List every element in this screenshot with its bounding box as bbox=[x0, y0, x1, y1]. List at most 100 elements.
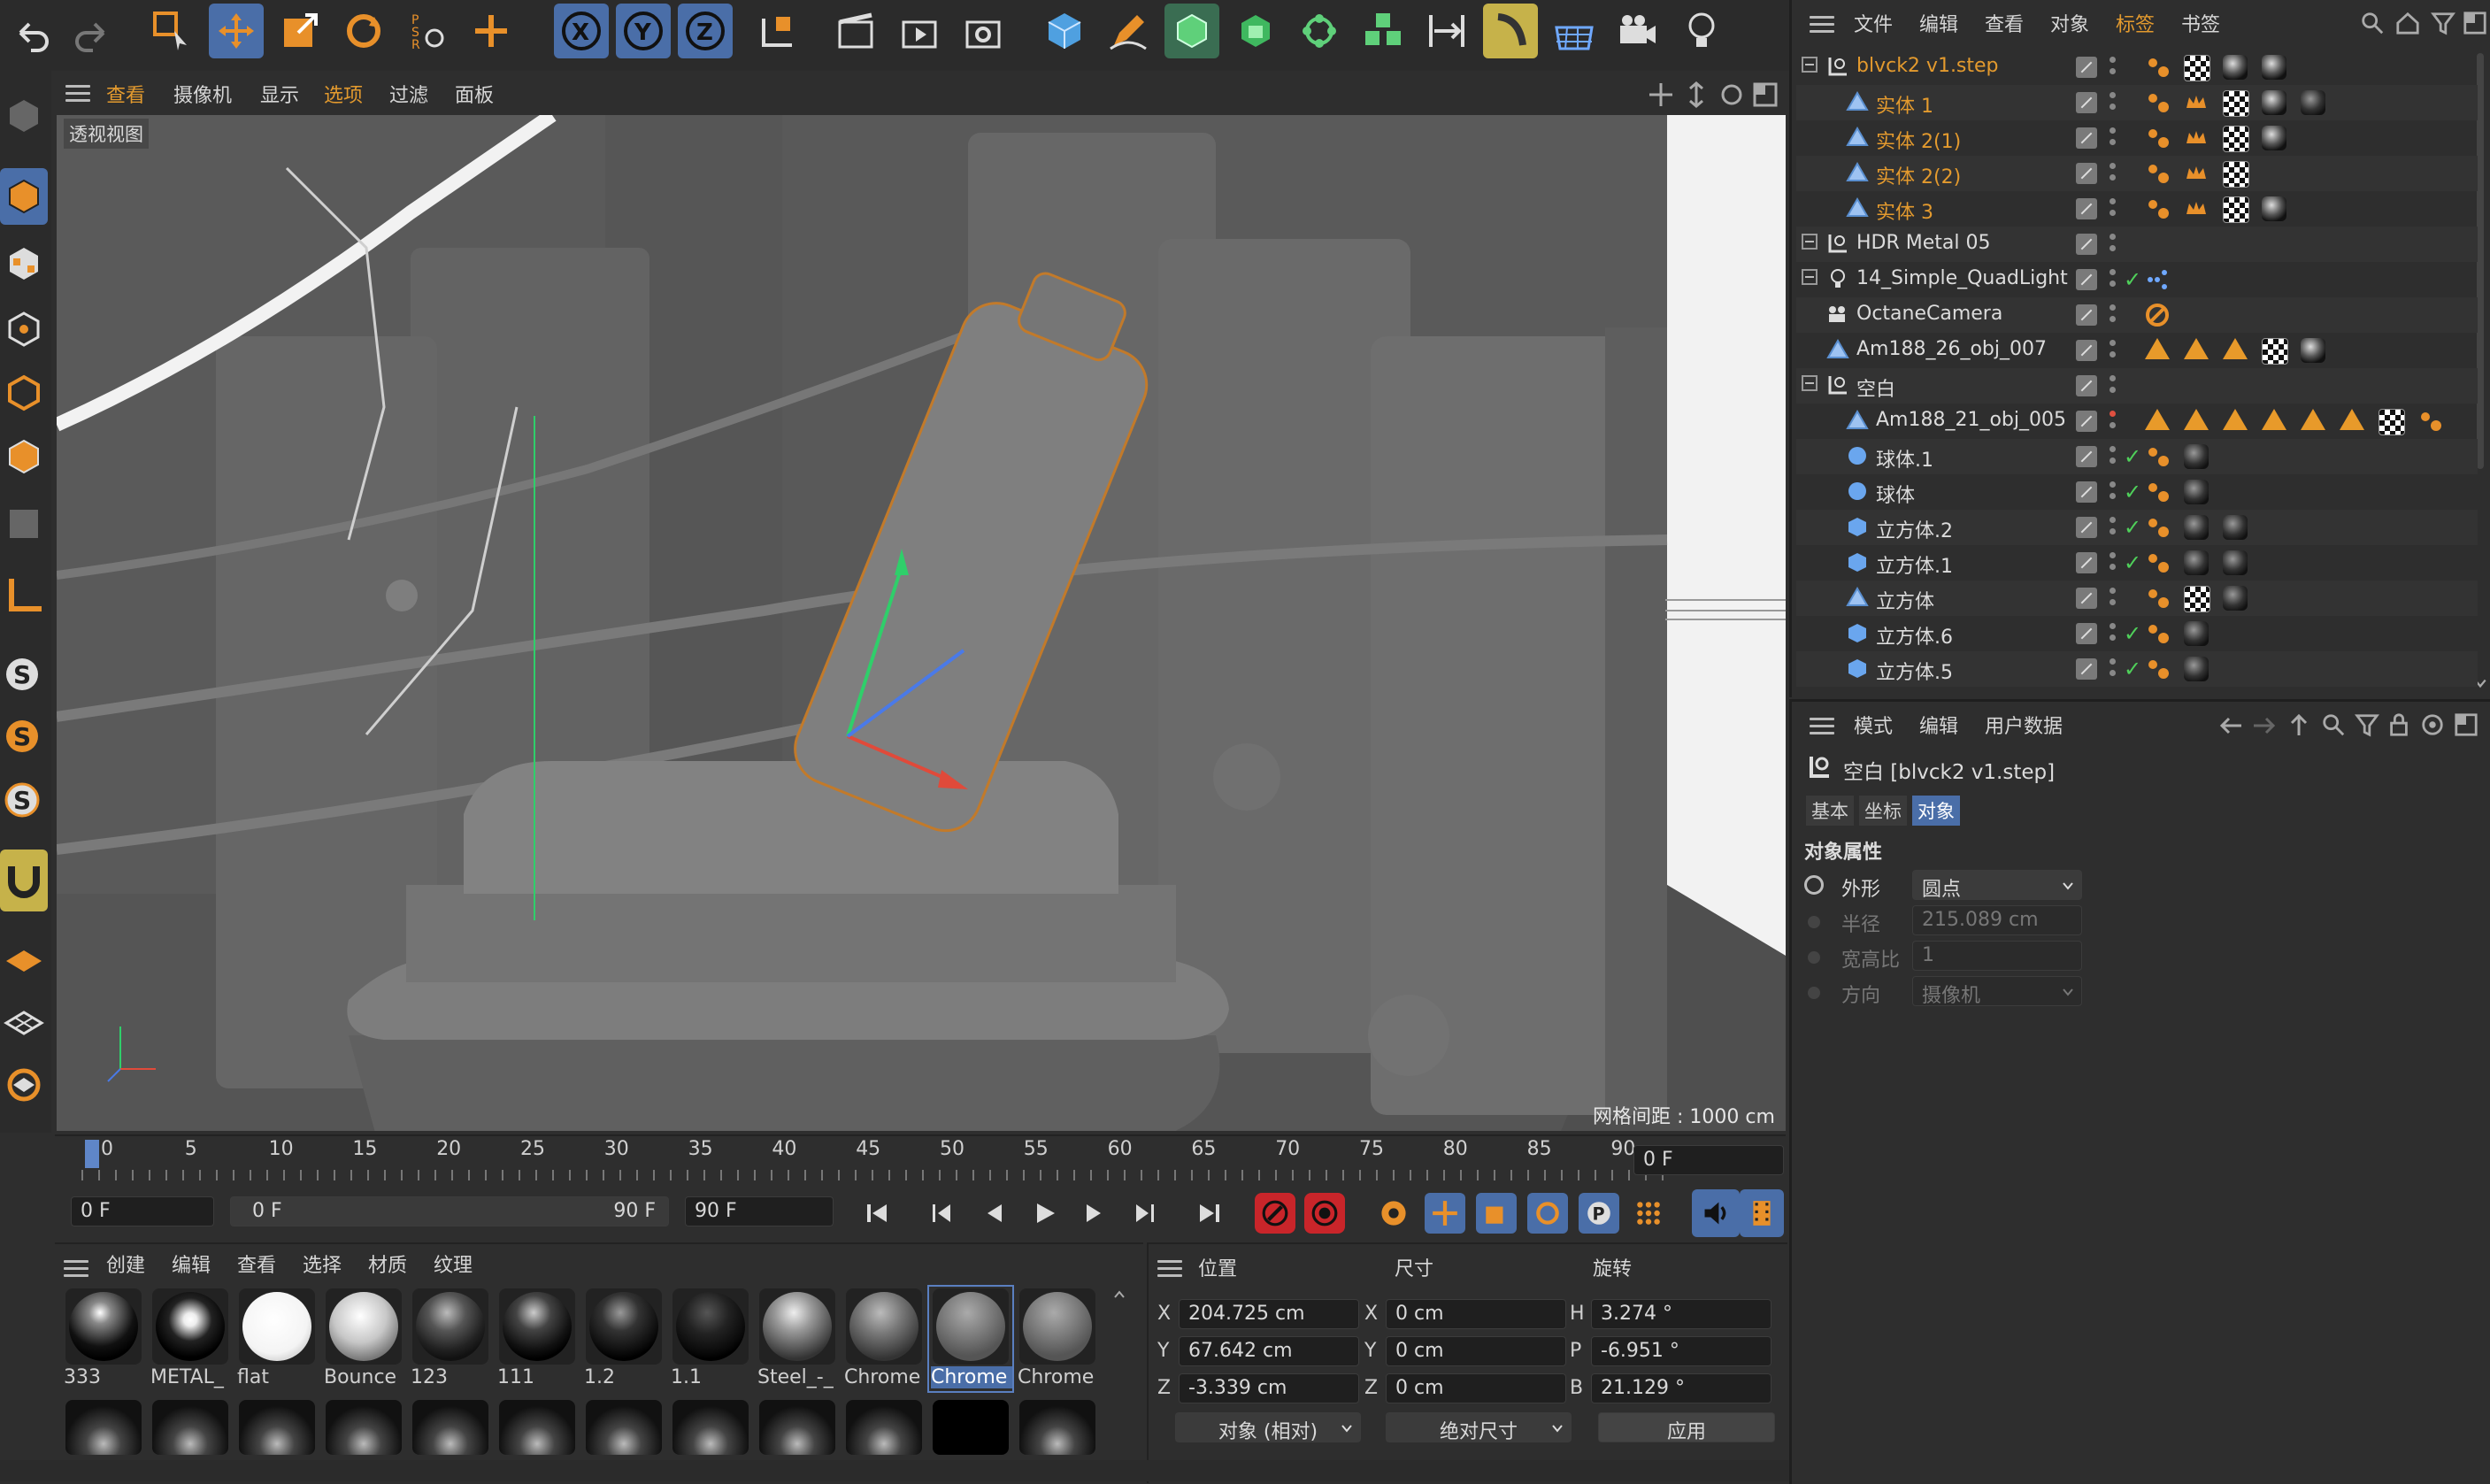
editor-visibility-toggle[interactable] bbox=[2076, 92, 2097, 113]
editor-visibility-toggle[interactable] bbox=[2076, 623, 2097, 644]
start-frame-field[interactable]: 0 F bbox=[71, 1196, 214, 1226]
magnet-button[interactable] bbox=[0, 850, 48, 911]
selection-tag-icon[interactable] bbox=[2145, 657, 2171, 683]
texture-tag-icon[interactable] bbox=[2223, 161, 2249, 188]
phong-tag-icon[interactable] bbox=[2262, 409, 2286, 430]
material-tag-icon[interactable] bbox=[2262, 126, 2286, 150]
apply-button[interactable]: 应用 bbox=[1598, 1412, 1775, 1443]
material-tag-icon[interactable] bbox=[2262, 55, 2286, 80]
phong-tag-icon[interactable] bbox=[2223, 409, 2248, 430]
environment-button[interactable] bbox=[1483, 4, 1538, 58]
material-menu-texture[interactable]: 纹理 bbox=[434, 1249, 473, 1278]
current-frame-field[interactable]: 0 F bbox=[1633, 1145, 1784, 1175]
material-preview-sphere[interactable] bbox=[672, 1400, 749, 1455]
key-scale-button[interactable] bbox=[1476, 1193, 1517, 1234]
material-swatch[interactable]: Chrome bbox=[1016, 1287, 1099, 1391]
object-row[interactable]: 实体 2(2) bbox=[1796, 156, 2478, 191]
editor-visibility-toggle[interactable] bbox=[2076, 411, 2097, 432]
coord-rotation-field[interactable]: -6.951 ° bbox=[1591, 1336, 1771, 1366]
material-swatch[interactable]: 123 bbox=[409, 1287, 492, 1391]
material-swatch[interactable]: flat bbox=[235, 1287, 319, 1391]
material-swatch[interactable]: Chrome bbox=[927, 1285, 1014, 1393]
radius-radio[interactable] bbox=[1808, 916, 1820, 928]
axis-mode-button[interactable] bbox=[0, 566, 48, 623]
make-editable-button[interactable] bbox=[0, 92, 48, 140]
texture-mode-button[interactable] bbox=[0, 235, 48, 292]
material-tag-icon[interactable] bbox=[2262, 196, 2286, 221]
coordinate-system-button[interactable] bbox=[749, 4, 803, 58]
expand-toggle-icon[interactable] bbox=[1802, 234, 1818, 250]
render-visibility-dots[interactable] bbox=[2110, 588, 2117, 611]
size-mode-select[interactable]: 绝对尺寸 bbox=[1386, 1412, 1572, 1443]
editor-visibility-toggle[interactable] bbox=[2076, 57, 2097, 78]
end-frame-field[interactable]: 90 F bbox=[685, 1196, 834, 1226]
sky-button[interactable] bbox=[1547, 4, 1602, 58]
render-visibility-dots[interactable] bbox=[2110, 340, 2117, 363]
filter-icon[interactable] bbox=[2355, 712, 2379, 737]
search-icon[interactable] bbox=[2321, 712, 2346, 737]
object-row[interactable]: Am188_26_obj_007 bbox=[1796, 333, 2478, 368]
workplane-button[interactable] bbox=[0, 933, 48, 989]
object-row[interactable]: HDR Metal 05 bbox=[1796, 227, 2478, 262]
editor-visibility-toggle[interactable] bbox=[2076, 304, 2097, 326]
material-preview-sphere[interactable] bbox=[326, 1400, 402, 1455]
viewport-menu-view[interactable]: 查看 bbox=[106, 80, 145, 108]
prev-frame-button[interactable] bbox=[973, 1193, 1014, 1234]
material-preview-sphere[interactable] bbox=[933, 1400, 1009, 1455]
key-pla-button[interactable] bbox=[1628, 1193, 1669, 1234]
generator-button[interactable] bbox=[1228, 4, 1283, 58]
crown-tag-icon[interactable] bbox=[2184, 196, 2209, 221]
selection-tag-icon[interactable] bbox=[2145, 550, 2171, 577]
render-visibility-dots[interactable] bbox=[2110, 658, 2117, 681]
viewport-menu-camera[interactable]: 摄像机 bbox=[173, 80, 232, 108]
render-visibility-dots[interactable] bbox=[2110, 269, 2117, 292]
phong-tag-icon[interactable] bbox=[2145, 409, 2170, 430]
pan-view-icon[interactable] bbox=[1648, 81, 1674, 108]
editor-visibility-toggle[interactable] bbox=[2076, 163, 2097, 184]
deformer-button[interactable] bbox=[1419, 4, 1474, 58]
timeline-ruler[interactable]: 0 5 10 15 20 25 30 35 40 45 50 55 60 65 70 75 80 85 90 bbox=[55, 1134, 1786, 1184]
coord-size-field[interactable]: 0 cm bbox=[1386, 1373, 1566, 1403]
render-visibility-dots[interactable] bbox=[2110, 481, 2117, 504]
material-tag-icon[interactable] bbox=[2262, 90, 2286, 115]
material-tag-icon[interactable] bbox=[2223, 515, 2248, 540]
render-settings-button[interactable] bbox=[956, 4, 1011, 58]
selection-tag-icon[interactable] bbox=[2145, 586, 2171, 612]
material-menu-view[interactable]: 查看 bbox=[237, 1249, 276, 1278]
phong-tag-icon[interactable] bbox=[2184, 338, 2209, 359]
expand-toggle-icon[interactable] bbox=[1802, 269, 1818, 285]
editor-visibility-toggle[interactable] bbox=[2076, 269, 2097, 290]
editor-visibility-toggle[interactable] bbox=[2076, 658, 2097, 680]
render-visibility-dots[interactable] bbox=[2110, 57, 2117, 80]
selection-tag-icon[interactable] bbox=[2145, 444, 2171, 471]
editor-visibility-toggle[interactable] bbox=[2076, 127, 2097, 149]
material-preview-sphere[interactable] bbox=[412, 1400, 488, 1455]
render-visibility-dots[interactable] bbox=[2110, 92, 2117, 115]
cube-button[interactable] bbox=[1037, 4, 1092, 58]
material-tag-icon[interactable] bbox=[2301, 90, 2325, 115]
key-position-button[interactable] bbox=[1425, 1193, 1465, 1234]
render-visibility-dots[interactable] bbox=[2110, 304, 2117, 327]
material-tag-icon[interactable] bbox=[2184, 550, 2209, 575]
rotate-tool-button[interactable] bbox=[336, 4, 391, 58]
texture-tag-icon[interactable] bbox=[2223, 196, 2249, 223]
undo-button[interactable] bbox=[4, 9, 58, 64]
forward-arrow-icon[interactable] bbox=[2250, 712, 2277, 739]
phong-tag-icon[interactable] bbox=[2223, 338, 2248, 359]
attribute-menu-userdata[interactable]: 用户数据 bbox=[1985, 711, 2063, 739]
orientation-radio[interactable] bbox=[1808, 987, 1820, 999]
scale-tool-button[interactable] bbox=[273, 4, 327, 58]
material-tag-icon[interactable] bbox=[2223, 550, 2248, 575]
redo-button[interactable] bbox=[65, 9, 120, 64]
lock-workplane-button[interactable] bbox=[0, 1057, 48, 1113]
texture-tag-icon[interactable] bbox=[2223, 90, 2249, 117]
coord-position-field[interactable]: 204.725 cm bbox=[1179, 1299, 1359, 1329]
snap-button[interactable]: S bbox=[0, 646, 48, 703]
new-window-icon[interactable] bbox=[2463, 11, 2487, 35]
editor-visibility-toggle[interactable] bbox=[2076, 481, 2097, 503]
orbit-view-icon[interactable] bbox=[1718, 81, 1745, 108]
render-visibility-dots[interactable] bbox=[2110, 234, 2117, 257]
material-preview-sphere[interactable] bbox=[499, 1400, 575, 1455]
transform-tool-button[interactable] bbox=[464, 4, 519, 58]
object-menu-icon[interactable] bbox=[1810, 16, 1834, 34]
